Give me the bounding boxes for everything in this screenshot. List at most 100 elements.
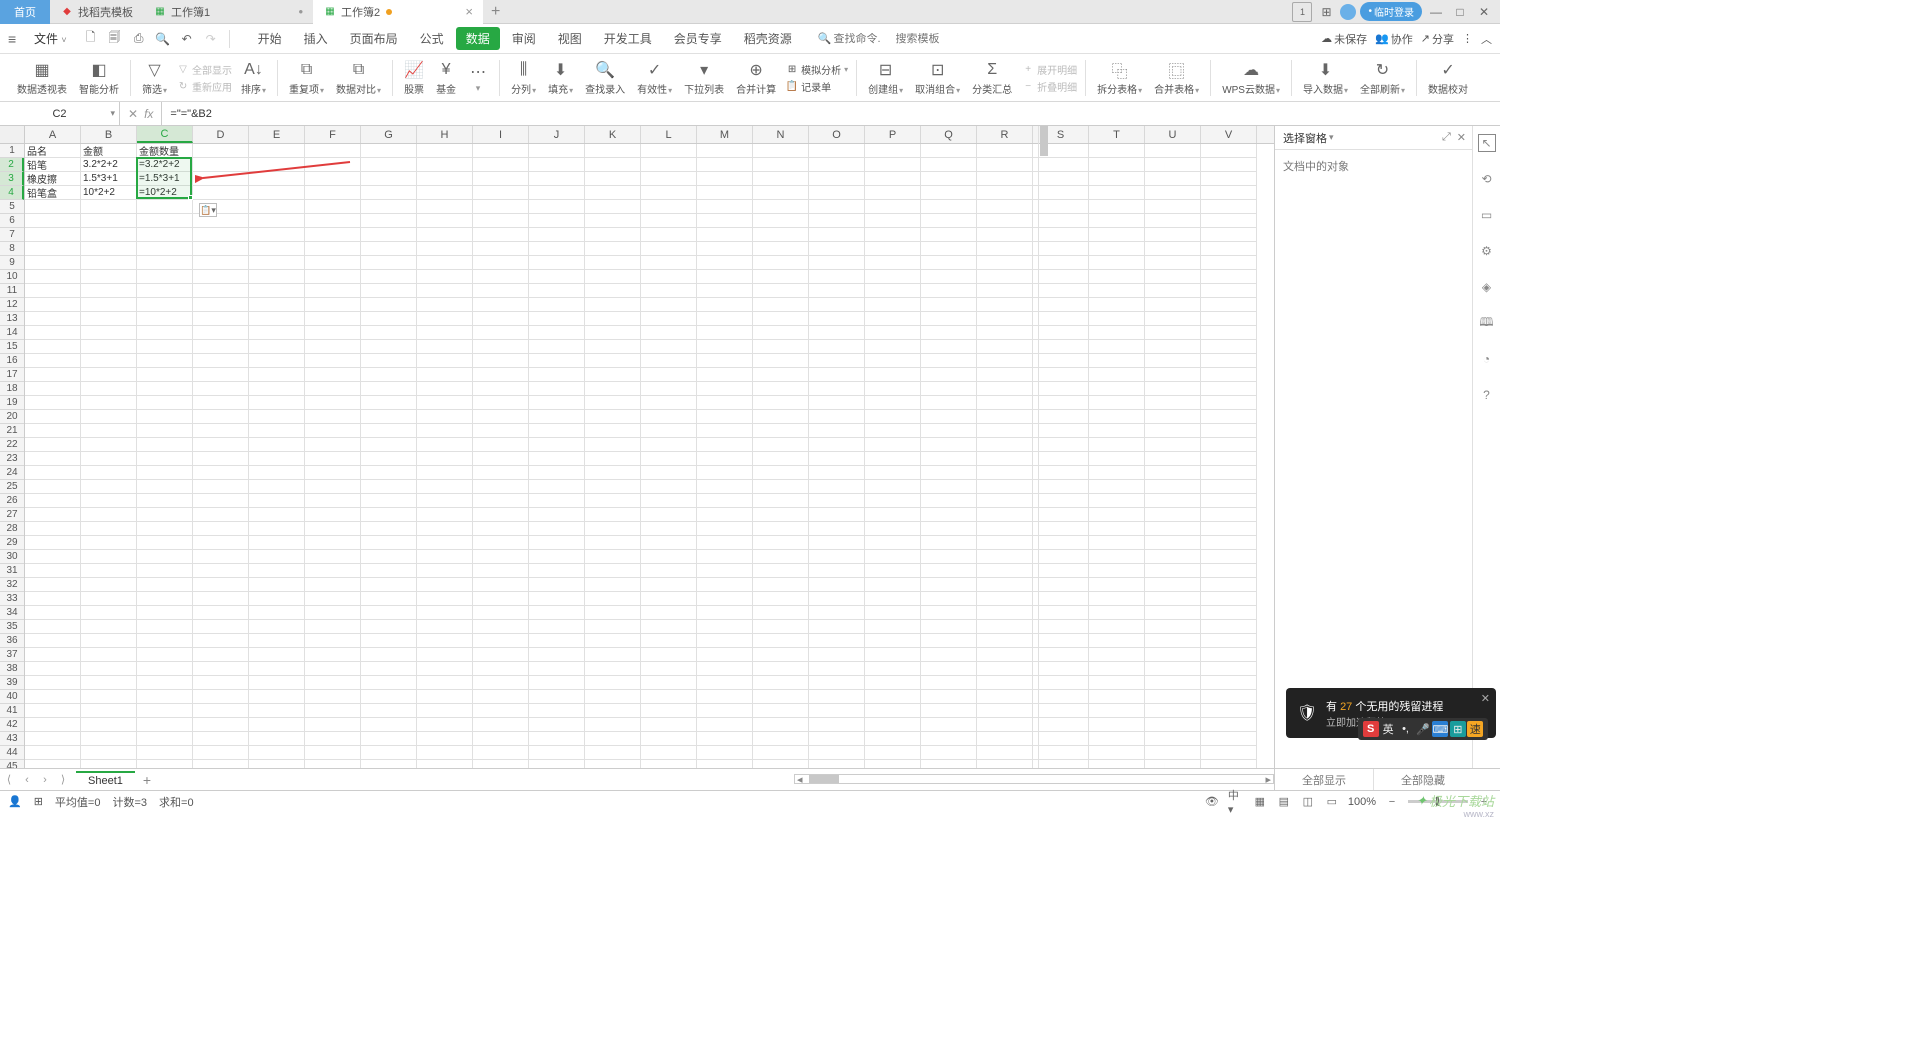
cell[interactable] — [1089, 368, 1145, 382]
cell[interactable] — [305, 144, 361, 158]
cell[interactable] — [977, 718, 1033, 732]
cell[interactable] — [641, 228, 697, 242]
cell[interactable] — [1145, 326, 1201, 340]
cell[interactable] — [977, 270, 1033, 284]
cell[interactable] — [249, 522, 305, 536]
cell[interactable] — [417, 340, 473, 354]
cell[interactable] — [1145, 256, 1201, 270]
cell[interactable] — [249, 158, 305, 172]
cell[interactable] — [1145, 354, 1201, 368]
cell[interactable] — [249, 172, 305, 186]
ribbon-tab[interactable]: 公式 — [410, 27, 454, 50]
cell[interactable] — [1145, 606, 1201, 620]
cell[interactable] — [585, 494, 641, 508]
cell[interactable] — [81, 368, 137, 382]
cell[interactable] — [305, 550, 361, 564]
formula-input[interactable]: ="="&B2 — [162, 102, 1500, 125]
cell[interactable] — [529, 704, 585, 718]
cell[interactable] — [753, 256, 809, 270]
cell[interactable] — [25, 452, 81, 466]
chevron-up-icon[interactable]: ︿ — [1481, 31, 1492, 47]
cell[interactable] — [753, 536, 809, 550]
cell[interactable]: =1.5*3+1 — [137, 172, 193, 186]
cell[interactable] — [921, 270, 977, 284]
cell[interactable] — [1201, 494, 1257, 508]
cell[interactable] — [1089, 634, 1145, 648]
cell[interactable] — [529, 242, 585, 256]
cell[interactable] — [809, 298, 865, 312]
cell[interactable] — [921, 298, 977, 312]
cell[interactable] — [921, 382, 977, 396]
cell[interactable] — [529, 606, 585, 620]
cell[interactable] — [865, 536, 921, 550]
cell[interactable] — [249, 270, 305, 284]
cell[interactable] — [193, 760, 249, 768]
row-header[interactable]: 21 — [0, 424, 24, 438]
cell[interactable] — [249, 144, 305, 158]
cell[interactable] — [249, 186, 305, 200]
ribbon-tab[interactable]: 稻壳资源 — [734, 27, 802, 50]
cell[interactable] — [809, 746, 865, 760]
cell[interactable]: 1.5*3+1 — [81, 172, 137, 186]
cell[interactable] — [361, 606, 417, 620]
ime-kbd-icon[interactable]: ⌨ — [1432, 721, 1448, 737]
column-header[interactable]: O — [809, 126, 865, 143]
cell[interactable] — [697, 732, 753, 746]
cell[interactable] — [585, 634, 641, 648]
cell[interactable] — [473, 536, 529, 550]
column-header[interactable]: B — [81, 126, 137, 143]
cell[interactable] — [977, 522, 1033, 536]
cell[interactable] — [305, 326, 361, 340]
cell[interactable] — [1201, 564, 1257, 578]
cell[interactable] — [1145, 242, 1201, 256]
cell[interactable] — [1145, 228, 1201, 242]
cell[interactable] — [1089, 592, 1145, 606]
cell[interactable] — [865, 326, 921, 340]
cell[interactable] — [921, 508, 977, 522]
cell[interactable] — [81, 298, 137, 312]
cell[interactable] — [137, 564, 193, 578]
cell[interactable] — [529, 564, 585, 578]
cell[interactable] — [1201, 466, 1257, 480]
cell[interactable] — [1089, 242, 1145, 256]
row-header[interactable]: 38 — [0, 662, 24, 676]
row-header[interactable]: 25 — [0, 480, 24, 494]
cell[interactable] — [249, 312, 305, 326]
cell[interactable] — [697, 564, 753, 578]
cell[interactable] — [865, 144, 921, 158]
cell[interactable] — [529, 718, 585, 732]
cell[interactable] — [137, 214, 193, 228]
show-all-button[interactable]: ▽全部显示 — [176, 62, 232, 77]
cell[interactable] — [249, 452, 305, 466]
cell[interactable] — [361, 536, 417, 550]
cell[interactable] — [193, 620, 249, 634]
cell[interactable] — [921, 340, 977, 354]
cell[interactable] — [753, 578, 809, 592]
cell[interactable] — [977, 592, 1033, 606]
cell[interactable] — [81, 494, 137, 508]
cell[interactable] — [417, 396, 473, 410]
cell[interactable] — [137, 662, 193, 676]
cell[interactable] — [585, 298, 641, 312]
cell[interactable] — [417, 732, 473, 746]
cell[interactable] — [753, 550, 809, 564]
cell[interactable] — [417, 592, 473, 606]
cell[interactable] — [585, 536, 641, 550]
cell[interactable] — [305, 522, 361, 536]
cell[interactable] — [473, 298, 529, 312]
cell[interactable] — [641, 340, 697, 354]
cell[interactable] — [641, 564, 697, 578]
cell[interactable] — [753, 298, 809, 312]
cell[interactable] — [137, 242, 193, 256]
cell[interactable] — [1145, 494, 1201, 508]
cell[interactable] — [585, 732, 641, 746]
cell[interactable] — [1089, 228, 1145, 242]
cell[interactable] — [137, 760, 193, 768]
cell[interactable] — [529, 284, 585, 298]
cell[interactable] — [921, 620, 977, 634]
cell[interactable] — [1145, 270, 1201, 284]
row-header[interactable]: 31 — [0, 564, 24, 578]
cell[interactable] — [753, 438, 809, 452]
column-header[interactable]: M — [697, 126, 753, 143]
row-header[interactable]: 35 — [0, 620, 24, 634]
